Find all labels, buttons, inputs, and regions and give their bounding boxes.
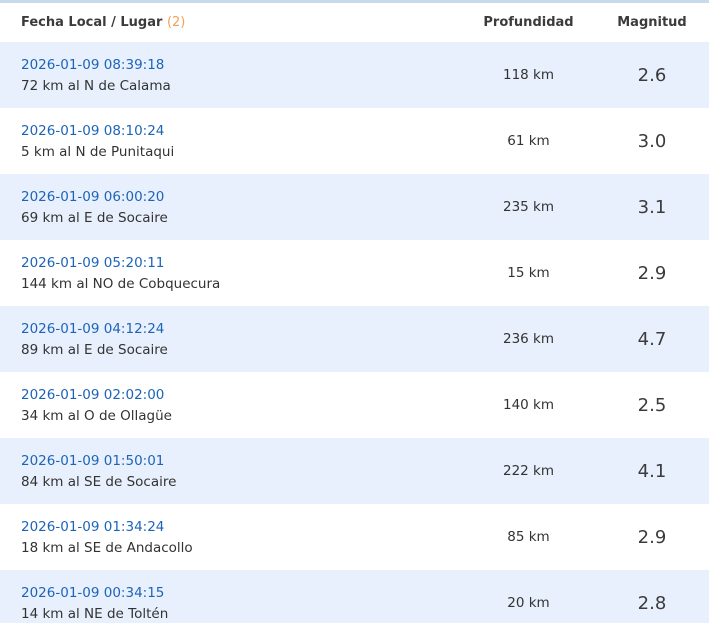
place-cell: 2026-01-09 01:50:01 84 km al SE de Socai… bbox=[0, 450, 462, 493]
place-cell: 2026-01-09 08:10:24 5 km al N de Punitaq… bbox=[0, 120, 462, 163]
place-cell: 2026-01-09 06:00:20 69 km al E de Socair… bbox=[0, 186, 462, 229]
table-row[interactable]: 2026-01-09 06:00:20 69 km al E de Socair… bbox=[0, 174, 709, 240]
depth-cell: 236 km bbox=[502, 331, 555, 347]
depth-cell: 235 km bbox=[502, 199, 555, 215]
place-cell: 2026-01-09 05:20:11 144 km al NO de Cobq… bbox=[0, 252, 462, 295]
magnitude-cell: 4.7 bbox=[637, 328, 667, 350]
depth-cell: 61 km bbox=[507, 133, 550, 149]
place-header-label: Fecha Local / Lugar bbox=[21, 15, 163, 30]
event-place: 84 km al SE de Socaire bbox=[21, 473, 177, 490]
table-row[interactable]: 2026-01-09 04:12:24 89 km al E de Socair… bbox=[0, 306, 709, 372]
depth-cell: 118 km bbox=[502, 67, 555, 83]
event-place: 18 km al SE de Andacollo bbox=[21, 539, 193, 556]
magnitude-cell: 2.9 bbox=[637, 526, 667, 548]
table-row[interactable]: 2026-01-09 08:39:18 72 km al N de Calama… bbox=[0, 42, 709, 108]
table-header: Fecha Local / Lugar (2) Profundidad Magn… bbox=[0, 3, 709, 42]
place-cell: 2026-01-09 01:34:24 18 km al SE de Andac… bbox=[0, 516, 462, 559]
event-date-link[interactable]: 2026-01-09 08:39:18 bbox=[21, 55, 462, 76]
event-date-link[interactable]: 2026-01-09 06:00:20 bbox=[21, 187, 462, 208]
count-badge: (2) bbox=[166, 15, 186, 30]
place-column-header[interactable]: Fecha Local / Lugar (2) bbox=[0, 15, 462, 30]
magnitude-cell: 2.6 bbox=[637, 64, 667, 86]
place-cell: 2026-01-09 02:02:00 34 km al O de Ollagü… bbox=[0, 384, 462, 427]
event-date-link[interactable]: 2026-01-09 01:34:24 bbox=[21, 517, 462, 538]
event-place: 72 km al N de Calama bbox=[21, 77, 171, 94]
magnitude-cell: 3.0 bbox=[637, 130, 667, 152]
event-date-link[interactable]: 2026-01-09 02:02:00 bbox=[21, 385, 462, 406]
event-place: 89 km al E de Socaire bbox=[21, 341, 168, 358]
depth-cell: 15 km bbox=[507, 265, 550, 281]
place-cell: 2026-01-09 08:39:18 72 km al N de Calama bbox=[0, 54, 462, 97]
table-body: 2026-01-09 08:39:18 72 km al N de Calama… bbox=[0, 42, 709, 623]
table-row[interactable]: 2026-01-09 01:34:24 18 km al SE de Andac… bbox=[0, 504, 709, 570]
table-row[interactable]: 2026-01-09 02:02:00 34 km al O de Ollagü… bbox=[0, 372, 709, 438]
event-place: 69 km al E de Socaire bbox=[21, 209, 168, 226]
magnitude-column-header[interactable]: Magnitud bbox=[595, 15, 709, 30]
magnitude-cell: 2.5 bbox=[637, 394, 667, 416]
place-cell: 2026-01-09 00:34:15 14 km al NE de Tolté… bbox=[0, 582, 462, 623]
table-row[interactable]: 2026-01-09 05:20:11 144 km al NO de Cobq… bbox=[0, 240, 709, 306]
depth-cell: 85 km bbox=[507, 529, 550, 545]
earthquake-table: Fecha Local / Lugar (2) Profundidad Magn… bbox=[0, 0, 709, 623]
event-date-link[interactable]: 2026-01-09 01:50:01 bbox=[21, 451, 462, 472]
event-place: 34 km al O de Ollagüe bbox=[21, 407, 172, 424]
event-place: 5 km al N de Punitaqui bbox=[21, 143, 175, 160]
event-date-link[interactable]: 2026-01-09 05:20:11 bbox=[21, 253, 462, 274]
depth-cell: 140 km bbox=[502, 397, 555, 413]
event-date-link[interactable]: 2026-01-09 08:10:24 bbox=[21, 121, 462, 142]
magnitude-cell: 2.9 bbox=[637, 262, 667, 284]
event-place: 144 km al NO de Cobquecura bbox=[21, 275, 221, 292]
event-date-link[interactable]: 2026-01-09 00:34:15 bbox=[21, 583, 462, 604]
magnitude-cell: 2.8 bbox=[637, 592, 667, 614]
place-cell: 2026-01-09 04:12:24 89 km al E de Socair… bbox=[0, 318, 462, 361]
event-date-link[interactable]: 2026-01-09 04:12:24 bbox=[21, 319, 462, 340]
depth-column-header[interactable]: Profundidad bbox=[462, 15, 595, 30]
magnitude-cell: 3.1 bbox=[637, 196, 667, 218]
table-row[interactable]: 2026-01-09 00:34:15 14 km al NE de Tolté… bbox=[0, 570, 709, 623]
depth-cell: 20 km bbox=[507, 595, 550, 611]
table-row[interactable]: 2026-01-09 01:50:01 84 km al SE de Socai… bbox=[0, 438, 709, 504]
table-row[interactable]: 2026-01-09 08:10:24 5 km al N de Punitaq… bbox=[0, 108, 709, 174]
depth-cell: 222 km bbox=[502, 463, 555, 479]
event-place: 14 km al NE de Toltén bbox=[21, 605, 169, 622]
magnitude-cell: 4.1 bbox=[637, 460, 667, 482]
